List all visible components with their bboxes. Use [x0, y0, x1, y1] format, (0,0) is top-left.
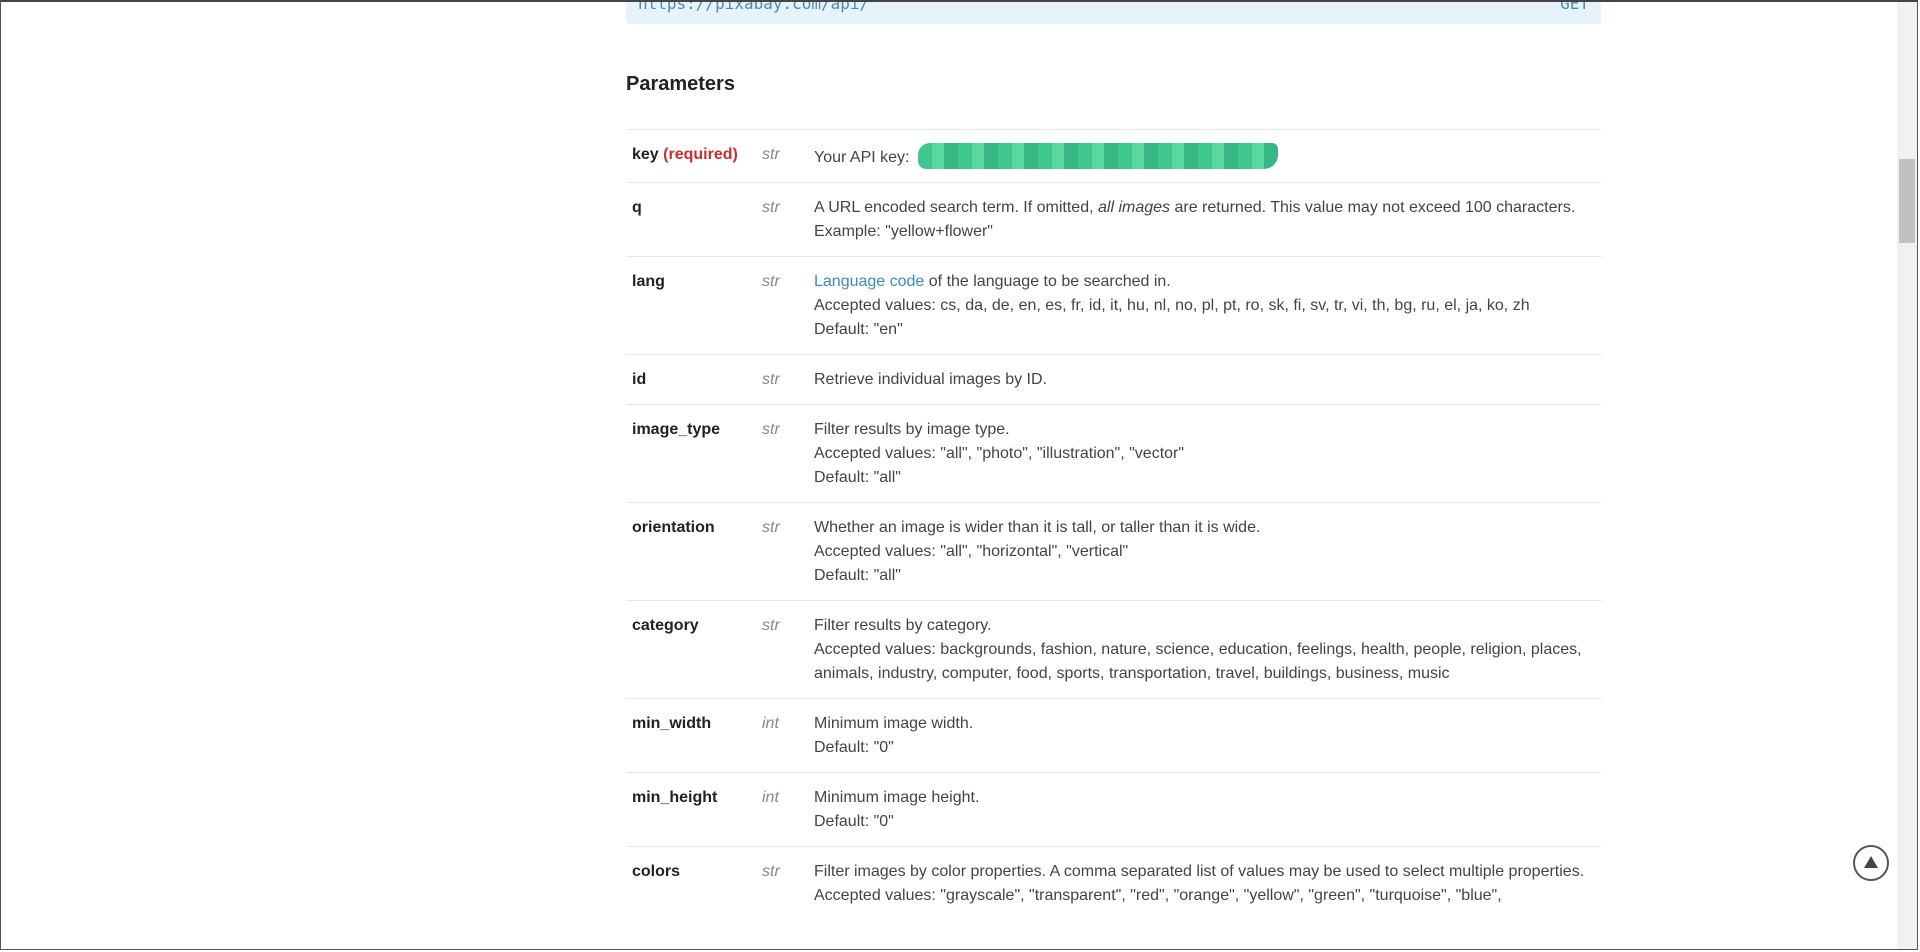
param-name: id [632, 371, 647, 388]
default-value: Default: "all" [814, 469, 901, 486]
accepted-values: Accepted values: "grayscale", "transpare… [814, 887, 1502, 904]
param-name: q [632, 199, 642, 216]
param-type: str [762, 273, 780, 290]
param-name: min_width [632, 715, 712, 732]
language-code-link[interactable]: Language code [814, 273, 924, 290]
param-row-q: q str A URL encoded search term. If omit… [626, 182, 1601, 257]
api-doc-content: https://pixabay.com/api/ GET Parameters … [626, 0, 1601, 904]
param-type: str [762, 863, 780, 880]
param-description: A URL encoded search term. If omitted, a… [814, 183, 1601, 257]
param-name-cell: key (required) [626, 130, 762, 183]
browser-viewport: https://pixabay.com/api/ GET Parameters … [0, 0, 1918, 950]
parameters-table: key (required) str Your API key: q str A… [626, 129, 1601, 920]
param-row-min-width: min_width int Minimum image width. Defau… [626, 698, 1601, 773]
param-description: Retrieve individual images by ID. [814, 355, 1601, 405]
section-title: Parameters [626, 73, 735, 95]
param-name: orientation [632, 519, 715, 536]
required-label: (required) [663, 146, 738, 163]
desc-line: Filter results by category. [814, 617, 992, 634]
param-type: int [762, 789, 779, 806]
default-value: Default: "0" [814, 813, 894, 830]
desc-line: A URL encoded search term. If omitted, a… [814, 196, 1601, 220]
param-name: key [632, 146, 659, 163]
param-row-colors: colors str Filter images by color proper… [626, 846, 1601, 921]
param-row-lang: lang str Language code of the language t… [626, 256, 1601, 355]
desc-text: are returned. This value may not exceed … [1170, 199, 1576, 216]
desc-text: of the language to be searched in. [924, 273, 1171, 290]
desc-text: Your API key: [814, 149, 910, 166]
default-value: Default: "0" [814, 739, 894, 756]
param-name: colors [632, 863, 681, 880]
param-row-image-type: image_type str Filter results by image t… [626, 404, 1601, 503]
desc-line: Filter results by image type. [814, 421, 1010, 438]
desc-line: Minimum image height. [814, 789, 980, 806]
param-description: Minimum image width. Default: "0" [814, 699, 1601, 773]
desc-line: Language code of the language to be sear… [814, 270, 1601, 294]
param-name: image_type [632, 421, 721, 438]
param-description: Whether an image is wider than it is tal… [814, 503, 1601, 601]
param-description: Language code of the language to be sear… [814, 257, 1601, 355]
desc-line: Minimum image width. [814, 715, 974, 732]
param-row-orientation: orientation str Whether an image is wide… [626, 502, 1601, 601]
default-value: Default: "en" [814, 321, 903, 338]
back-to-top-button[interactable] [1853, 845, 1889, 881]
param-type: str [762, 199, 780, 216]
param-row-min-height: min_height int Minimum image height. Def… [626, 772, 1601, 847]
param-description: Minimum image height. Default: "0" [814, 773, 1601, 847]
endpoint-url: https://pixabay.com/api/ [638, 0, 870, 13]
param-row-id: id str Retrieve individual images by ID. [626, 354, 1601, 405]
desc-line: Whether an image is wider than it is tal… [814, 519, 1261, 536]
endpoint-method: GET [1560, 0, 1589, 13]
param-description: Filter images by color properties. A com… [814, 847, 1601, 921]
default-value: Default: "all" [814, 567, 901, 584]
up-triangle-icon [1864, 856, 1878, 868]
scrollbar-thumb[interactable] [1899, 159, 1915, 243]
param-type: str [762, 617, 780, 634]
param-name: lang [632, 273, 665, 290]
desc-line: Retrieve individual images by ID. [814, 371, 1047, 388]
param-type: str [762, 519, 780, 536]
param-row-category: category str Filter results by category.… [626, 600, 1601, 699]
redacted-api-key [917, 143, 1278, 169]
desc-text: A URL encoded search term. If omitted, [814, 199, 1098, 216]
param-description: Filter results by image type. Accepted v… [814, 405, 1601, 503]
param-description: Your API key: [814, 130, 1601, 183]
desc-line: Filter images by color properties. A com… [814, 863, 1585, 880]
desc-example: Example: "yellow+flower" [814, 223, 993, 240]
accepted-values: Accepted values: "all", "photo", "illust… [814, 445, 1185, 462]
accepted-values: Accepted values: backgrounds, fashion, n… [814, 641, 1582, 682]
param-description: Filter results by category. Accepted val… [814, 601, 1601, 699]
param-type: str [762, 371, 780, 388]
param-type: str [762, 421, 780, 438]
param-type: str [762, 146, 780, 163]
param-name: min_height [632, 789, 718, 806]
vertical-scrollbar[interactable] [1897, 2, 1917, 949]
param-name: category [632, 617, 699, 634]
endpoint-box: https://pixabay.com/api/ GET [626, 0, 1601, 24]
accepted-values: Accepted values: cs, da, de, en, es, fr,… [814, 297, 1530, 314]
param-row-key: key (required) str Your API key: [626, 129, 1601, 183]
desc-emphasis: all images [1097, 199, 1171, 216]
param-type: int [762, 715, 779, 732]
accepted-values: Accepted values: "all", "horizontal", "v… [814, 543, 1129, 560]
